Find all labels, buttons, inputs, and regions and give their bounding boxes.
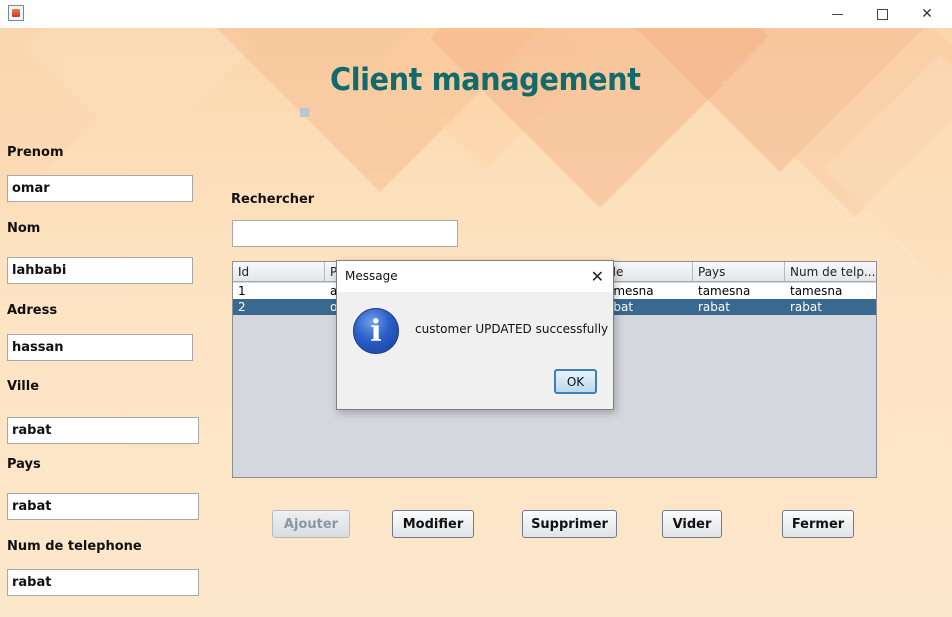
minimize-icon: [831, 13, 843, 15]
cell-telephone: rabat: [790, 300, 822, 314]
message-dialog[interactable]: Message ✕ i customer UPDATED successfull…: [336, 260, 614, 410]
telephone-field[interactable]: rabat: [7, 569, 199, 596]
maximize-button[interactable]: [859, 0, 905, 28]
pays-field[interactable]: rabat: [7, 493, 199, 520]
prenom-label: Prenom: [7, 145, 64, 160]
modifier-button[interactable]: Modifier: [392, 510, 474, 538]
cell-pays: rabat: [698, 300, 730, 314]
ville-field[interactable]: rabat: [7, 417, 199, 444]
close-icon: ✕: [921, 6, 933, 22]
dialog-titlebar: Message ✕: [337, 261, 613, 292]
close-window-button[interactable]: ✕: [904, 0, 950, 28]
fermer-button[interactable]: Fermer: [782, 510, 854, 538]
close-icon[interactable]: ✕: [591, 267, 604, 286]
prenom-field[interactable]: omar: [7, 175, 193, 202]
telephone-label: Num de telephone: [7, 539, 142, 554]
column-header-telephone[interactable]: Num de telp...: [785, 262, 876, 282]
search-input[interactable]: [232, 220, 458, 247]
adress-label: Adress: [7, 303, 58, 318]
dialog-message: customer UPDATED successfully: [415, 322, 609, 336]
cell-id: 1: [238, 284, 246, 298]
cell-telephone: tamesna: [790, 284, 843, 298]
cell-pays: tamesna: [698, 284, 751, 298]
search-label: Rechercher: [231, 192, 315, 207]
ajouter-button[interactable]: Ajouter: [272, 510, 350, 538]
maximize-icon: [876, 8, 888, 20]
vider-button[interactable]: Vider: [662, 510, 722, 538]
nom-field[interactable]: lahbabi: [7, 257, 193, 284]
window-titlebar: ✕: [0, 0, 952, 28]
nom-label: Nom: [7, 221, 41, 236]
main-panel: Client management Prenom omar Nom lahbab…: [0, 28, 952, 617]
java-app-icon: [8, 5, 24, 21]
supprimer-button[interactable]: Supprimer: [522, 510, 617, 538]
minimize-button[interactable]: [814, 0, 860, 28]
decorative-square: [300, 108, 309, 117]
info-icon: i: [353, 308, 399, 354]
dialog-title: Message: [345, 269, 398, 283]
cell-ville: amesna: [606, 284, 654, 298]
ville-label: Ville: [7, 379, 40, 394]
page-title: Client management: [330, 62, 641, 98]
pays-label: Pays: [7, 457, 41, 472]
ok-button[interactable]: OK: [554, 369, 597, 394]
column-header-ville[interactable]: ille: [601, 262, 693, 282]
adress-field[interactable]: hassan: [7, 334, 193, 361]
cell-id: 2: [238, 300, 246, 314]
column-header-id[interactable]: Id: [233, 262, 325, 282]
cell-ville: abat: [606, 300, 634, 314]
column-header-pays[interactable]: Pays: [693, 262, 785, 282]
